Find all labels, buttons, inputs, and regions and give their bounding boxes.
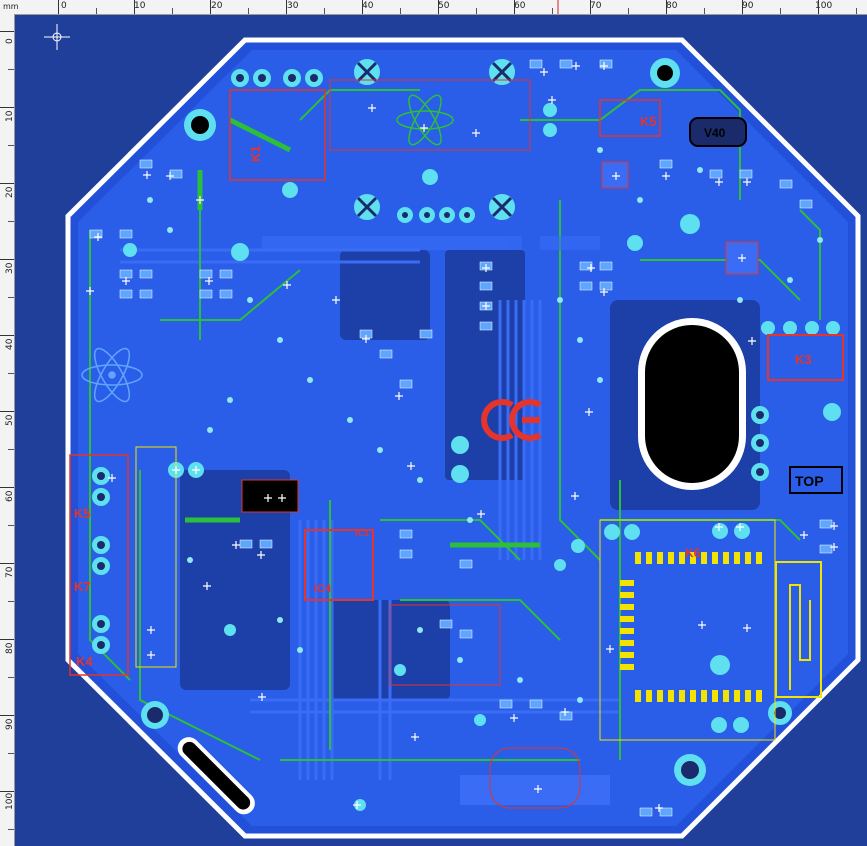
k4-label: K4 bbox=[76, 654, 93, 669]
ruler-unit-label: mm bbox=[3, 2, 19, 11]
top-label: TOP bbox=[795, 473, 824, 489]
ruler-y-tick: 80 bbox=[5, 642, 14, 654]
ic4-label: IC4 bbox=[314, 583, 332, 595]
ruler-y-tick: 40 bbox=[5, 338, 14, 350]
k6-label: K6 bbox=[685, 546, 701, 560]
k3-label: K3 bbox=[795, 352, 812, 367]
ruler-y-tick: 90 bbox=[5, 718, 14, 730]
ruler-y-tick: 30 bbox=[5, 262, 14, 274]
horizontal-ruler: 0 10 20 30 40 50 60 70 80 90 100 bbox=[0, 0, 867, 15]
ruler-y-tick: 50 bbox=[5, 414, 14, 426]
ruler-corner: mm bbox=[0, 0, 32, 14]
ruler-y-tick: 0 bbox=[5, 38, 14, 44]
oval-cutout bbox=[638, 318, 746, 490]
vertical-ruler: 0 10 20 30 40 50 60 70 80 90 100 bbox=[0, 0, 15, 846]
ic1-label: IC1 bbox=[355, 528, 369, 538]
k5-left-label: K5 bbox=[74, 506, 91, 521]
pcb-layout-canvas[interactable]: K1 K3 K4 K5 K5 K6 K7 IC4 IC1 V40 TOP bbox=[15, 15, 867, 846]
ruler-y-tick: 100 bbox=[5, 793, 14, 810]
ruler-y-tick: 60 bbox=[5, 490, 14, 502]
k1-label: K1 bbox=[248, 145, 263, 162]
ruler-y-tick: 70 bbox=[5, 566, 14, 578]
ruler-x-ticks bbox=[58, 0, 857, 14]
ground-polygon bbox=[262, 236, 600, 250]
ruler-y-ticks: 0 10 20 30 40 50 60 70 80 90 100 bbox=[0, 31, 14, 830]
v40-label: V40 bbox=[704, 126, 726, 140]
k7-label: K7 bbox=[74, 579, 91, 594]
k5-right-label: K5 bbox=[640, 114, 657, 129]
crosshair-cursor bbox=[44, 24, 70, 50]
ruler-y-tick: 10 bbox=[5, 110, 14, 122]
ruler-y-tick: 20 bbox=[5, 186, 14, 198]
